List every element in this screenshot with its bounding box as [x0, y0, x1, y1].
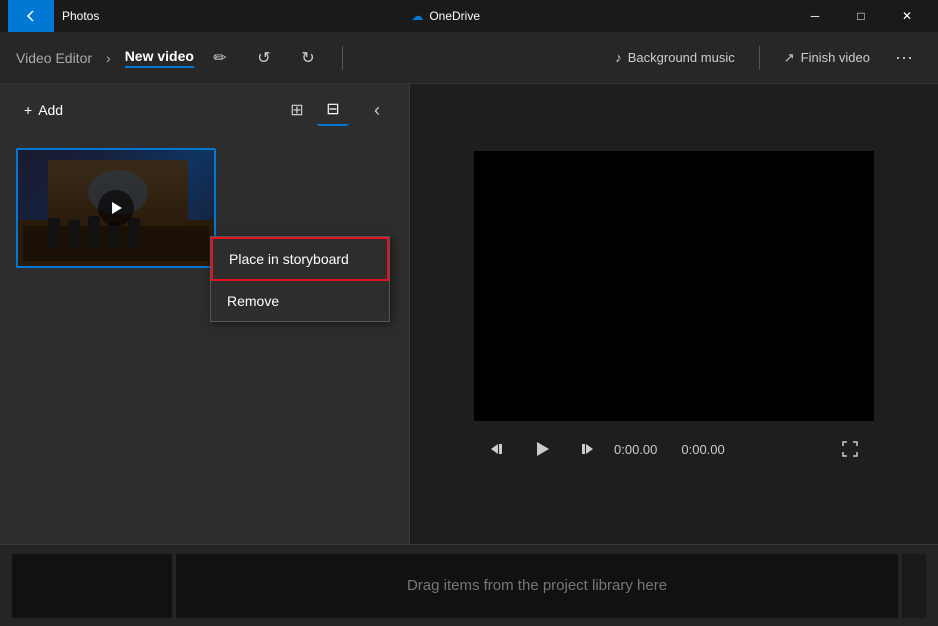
add-button[interactable]: + Add — [16, 98, 71, 122]
redo-button[interactable]: ↻ — [290, 40, 326, 76]
music-icon: ♪ — [615, 50, 622, 65]
app-title: Photos — [62, 9, 99, 23]
export-icon: ↗ — [784, 50, 795, 66]
context-menu: Place in storyboard Remove — [210, 236, 390, 322]
edit-button[interactable]: ✏ — [202, 40, 238, 76]
title-bar-right: ─ □ ✕ — [792, 0, 930, 32]
collapse-icon: ‹ — [374, 100, 380, 121]
breadcrumb-parent[interactable]: Video Editor — [16, 50, 92, 66]
add-icon: + — [24, 102, 32, 118]
toolbar-separator — [342, 46, 343, 70]
add-label: Add — [38, 102, 63, 118]
storyboard-item-1[interactable] — [12, 554, 172, 618]
breadcrumb-separator: › — [106, 50, 111, 66]
view-toggle: ⊞ ⊟ — [281, 94, 349, 126]
collapse-button[interactable]: ‹ — [361, 94, 393, 126]
breadcrumb-current: New video — [125, 48, 194, 68]
back-button[interactable] — [8, 0, 54, 32]
close-button[interactable]: ✕ — [884, 0, 930, 32]
time-current: 0:00.00 — [614, 442, 657, 457]
undo-button[interactable]: ↺ — [246, 40, 282, 76]
redo-icon: ↻ — [301, 48, 314, 68]
time-total: 0:00.00 — [681, 442, 724, 457]
grid-icon: ⊞ — [290, 100, 303, 120]
undo-icon: ↺ — [257, 48, 270, 68]
onedrive-label: OneDrive — [429, 9, 480, 23]
media-thumbnail — [18, 150, 214, 266]
storyboard-drag-area[interactable]: Drag items from the project library here — [176, 554, 898, 618]
rewind-button[interactable] — [482, 433, 514, 465]
fullscreen-button[interactable] — [834, 433, 866, 465]
remove-button[interactable]: Remove — [211, 281, 389, 321]
left-panel-toolbar: + Add ⊞ ⊟ ‹ — [0, 84, 409, 136]
forward-button[interactable] — [570, 433, 602, 465]
background-music-button[interactable]: ♪ Background music — [603, 44, 746, 71]
video-controls: 0:00.00 0:00.00 — [474, 421, 874, 477]
finish-video-button[interactable]: ↗ Finish video — [772, 44, 882, 72]
video-preview — [474, 151, 874, 421]
minimize-button[interactable]: ─ — [792, 0, 838, 32]
storyboard: Drag items from the project library here — [0, 544, 938, 626]
list-icon: ⊟ — [326, 99, 339, 119]
edit-icon: ✏ — [213, 48, 226, 68]
media-grid: Place in storyboard Remove — [0, 136, 409, 280]
title-bar-left: Photos — [8, 0, 99, 32]
title-bar: Photos ☁ OneDrive ─ □ ✕ — [0, 0, 938, 32]
drag-instructions: Drag items from the project library here — [407, 577, 667, 594]
maximize-button[interactable]: □ — [838, 0, 884, 32]
title-bar-center: ☁ OneDrive — [411, 9, 480, 23]
left-panel: + Add ⊞ ⊟ ‹ — [0, 84, 410, 544]
main-area: + Add ⊞ ⊟ ‹ — [0, 84, 938, 544]
right-panel: 0:00.00 0:00.00 — [410, 84, 938, 544]
onedrive-icon: ☁ — [411, 9, 423, 23]
toolbar-separator-2 — [759, 46, 760, 70]
background-music-label: Background music — [628, 50, 735, 65]
view-list-button[interactable]: ⊟ — [317, 94, 349, 126]
storyboard-item-2 — [902, 554, 926, 618]
place-in-storyboard-button[interactable]: Place in storyboard — [211, 237, 389, 281]
toolbar-actions: ♪ Background music ↗ Finish video ··· — [603, 40, 922, 76]
finish-video-label: Finish video — [801, 50, 870, 65]
play-button[interactable] — [526, 433, 558, 465]
media-item[interactable] — [16, 148, 216, 268]
more-button[interactable]: ··· — [886, 40, 922, 76]
play-overlay[interactable] — [98, 190, 134, 226]
view-grid-button[interactable]: ⊞ — [281, 94, 313, 126]
more-icon: ··· — [895, 47, 913, 68]
toolbar: Video Editor › New video ✏ ↺ ↻ ♪ Backgro… — [0, 32, 938, 84]
